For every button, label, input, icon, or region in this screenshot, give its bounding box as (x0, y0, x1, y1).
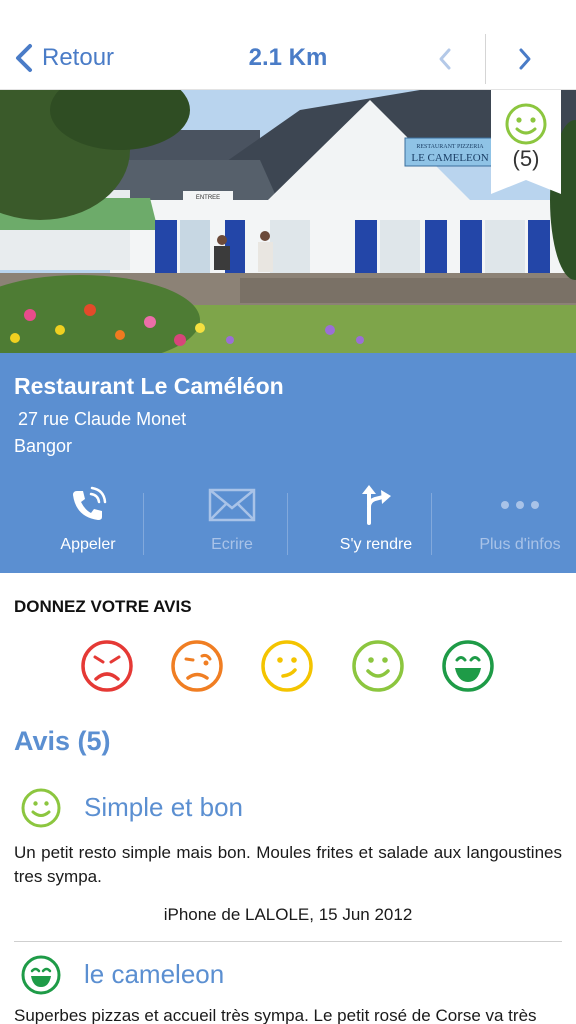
review-title: Simple et bon (84, 792, 243, 822)
rating-faces (0, 638, 576, 694)
reviews-title: Avis (5) (14, 726, 111, 756)
back-label: Retour (42, 44, 115, 71)
rating-prompt-title: DONNEZ VOTRE AVIS (14, 597, 192, 616)
address-street: 27 rue Claude Monet (18, 409, 187, 429)
directions-icon (362, 485, 391, 525)
review-text: Un petit resto simple mais bon. Moules f… (14, 843, 562, 886)
review-text: Superbes pizzas et accueil très sympa. L… (14, 1006, 537, 1024)
place-info-panel: Restaurant Le Caméléon 27 rue Claude Mon… (0, 353, 576, 573)
previous-button[interactable] (430, 44, 460, 74)
neutral-face-icon[interactable] (259, 638, 315, 694)
back-button[interactable]: Retour (14, 40, 114, 76)
restaurant-sign-line2: LE CAMELEON (411, 152, 488, 164)
action-divider (143, 493, 144, 555)
chevron-left-icon (439, 48, 451, 70)
restaurant-photo[interactable]: RESTAURANT PIZZERIA LE CAMELEON ENTREE (0, 90, 576, 353)
review-author: iPhone de LALOLE, 15 Jun 2012 (163, 905, 413, 924)
write-button[interactable]: Ecrire (160, 473, 304, 573)
action-bar: Appeler Ecrire S'y rendre Plus d'infos (0, 473, 576, 573)
call-label: Appeler (60, 536, 116, 553)
address-city: Bangor (14, 436, 73, 456)
rating-count: (5) (512, 146, 540, 171)
happy-face-icon[interactable] (350, 638, 406, 694)
place-name: Restaurant Le Caméléon (14, 373, 284, 399)
sad-face-icon[interactable] (169, 638, 225, 694)
more-icon (501, 501, 539, 509)
entree-sign: ENTREE (196, 195, 220, 201)
very-happy-face-icon[interactable] (440, 638, 496, 694)
more-info-label: Plus d'infos (479, 536, 561, 553)
restaurant-sign-line1: RESTAURANT PIZZERIA (416, 144, 484, 150)
write-label: Ecrire (211, 536, 253, 553)
phone-icon (73, 486, 107, 520)
mail-icon (208, 488, 256, 522)
chevron-right-icon (519, 48, 531, 70)
call-button[interactable]: Appeler (16, 473, 160, 573)
rating-badge (491, 90, 561, 194)
more-info-button[interactable]: Plus d'infos (448, 473, 576, 573)
very-sad-face-icon[interactable] (79, 638, 135, 694)
action-divider (431, 493, 432, 555)
happy-face-icon (21, 788, 61, 828)
next-button[interactable] (510, 44, 540, 74)
action-divider (287, 493, 288, 555)
nav-divider (485, 34, 486, 84)
navigation-bar: Retour 2.1 Km (0, 0, 576, 90)
chevron-left-icon (16, 44, 32, 72)
review-divider (14, 941, 562, 942)
review-title: le cameleon (84, 959, 225, 989)
directions-button[interactable]: S'y rendre (304, 473, 448, 573)
very-happy-face-icon (21, 955, 61, 995)
directions-label: S'y rendre (339, 536, 413, 553)
